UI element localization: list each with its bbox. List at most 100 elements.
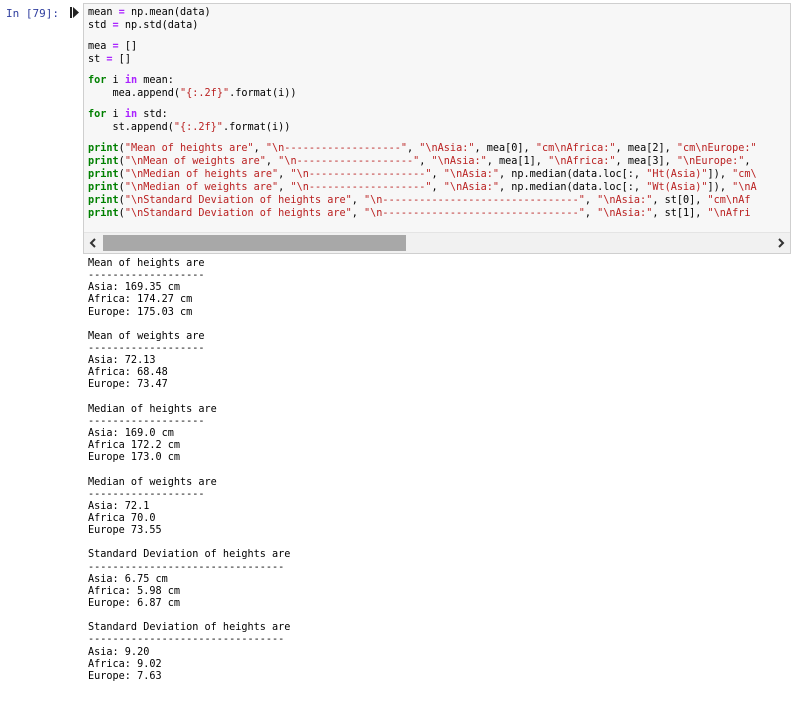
code-token: np.mean(data) — [124, 7, 211, 18]
scrollbar-thumb[interactable] — [103, 235, 406, 251]
code-token: "\nStandard Deviation of heights are" — [124, 195, 352, 206]
code-token: "\nAsia:" — [597, 195, 653, 206]
code-token: "{:.2f}" — [173, 122, 223, 133]
code-token: , — [278, 182, 291, 193]
scroll-left-arrow-icon[interactable] — [87, 237, 99, 249]
code-token: np.std(data) — [118, 20, 199, 31]
code-token: "\nAsia:" — [443, 169, 499, 180]
output-blank-line — [88, 610, 290, 622]
output-line: Africa 172.2 cm — [88, 440, 181, 452]
output-line: Asia: 6.75 cm — [88, 573, 168, 585]
code-token: , mea[3], — [615, 156, 677, 167]
code-line: for i in std: — [88, 108, 790, 121]
output-line: Africa: 68.48 — [88, 367, 168, 379]
code-token: "{:.2f}" — [180, 88, 230, 99]
code-cell[interactable]: mean = np.mean(data) std = np.std(data) me… — [83, 3, 791, 254]
code-line: st.append("{:.2f}".format(i)) — [88, 121, 790, 134]
code-token: , st[0], — [652, 195, 708, 206]
code-token: , — [253, 143, 266, 154]
code-token: , — [419, 156, 432, 167]
code-token: , — [278, 169, 291, 180]
horizontal-scrollbar[interactable] — [84, 232, 790, 253]
code-line: print("\nStandard Deviation of heights a… — [88, 207, 790, 220]
code-token: std — [88, 20, 113, 31]
code-token: "\nAfrica:" — [548, 156, 616, 167]
code-token: in — [124, 75, 138, 86]
code-line: print("\nStandard Deviation of heights a… — [88, 194, 790, 207]
code-token: , mea[2], — [615, 143, 677, 154]
code-token: , — [265, 156, 279, 167]
output-line: Africa: 174.27 cm — [88, 294, 193, 306]
code-token: "\nA — [732, 182, 757, 193]
output-line: Median of weights are — [88, 476, 217, 488]
code-token: std: — [137, 109, 168, 120]
code-token: "cm\nAfrica:" — [535, 143, 616, 154]
output-blank-line — [88, 464, 290, 476]
code-token: , — [351, 208, 365, 219]
scroll-right-arrow-icon[interactable] — [775, 237, 787, 249]
code-token: "\n-------------------" — [265, 143, 407, 154]
code-token: "Ht(Asia)" — [646, 169, 708, 180]
output-line: -------------------------------- — [88, 634, 285, 646]
code-token: mea — [88, 41, 113, 52]
code-token: [] — [118, 41, 138, 52]
code-line: print("Mean of heights are", "\n--------… — [88, 142, 790, 155]
code-token: "\nMean of weights are" — [124, 156, 266, 167]
code-token: , — [351, 195, 365, 206]
code-token: "\nAsia:" — [431, 156, 487, 167]
code-token: print — [88, 169, 119, 180]
code-token: [] — [112, 54, 131, 65]
code-token: "\nStandard Deviation of heights are" — [124, 208, 352, 219]
code-line: print("\nMean of weights are", "\n------… — [88, 155, 790, 168]
code-token: i — [106, 75, 125, 86]
code-token: "cm\ — [732, 169, 757, 180]
code-line: print("\nMedian of weights are", "\n----… — [88, 181, 790, 194]
output-line: Africa 70.0 — [88, 512, 156, 524]
output-line: Median of heights are — [88, 403, 217, 415]
output-line: Europe: 6.87 cm — [88, 597, 181, 609]
code-token: , mea[0], — [474, 143, 536, 154]
output-line: Africa: 5.98 cm — [88, 585, 181, 597]
run-cell-icon[interactable] — [70, 7, 79, 18]
code-token: mean: — [137, 75, 174, 86]
code-token: "Wt(Asia)" — [646, 182, 708, 193]
code-token: "\nAsia:" — [597, 208, 653, 219]
code-token: st.append( — [88, 122, 174, 133]
output-line: Europe 73.55 — [88, 525, 162, 537]
output-line: ------------------- — [88, 270, 205, 282]
output-line: -------------------------------- — [88, 561, 285, 573]
output-line: Standard Deviation of heights are — [88, 622, 291, 634]
code-line: for i in mean: — [88, 74, 790, 87]
output-line: Asia: 72.13 — [88, 355, 156, 367]
code-token: , — [584, 208, 598, 219]
output-line: Mean of heights are — [88, 258, 205, 269]
code-token: in — [124, 109, 138, 120]
output-line: Standard Deviation of heights are — [88, 549, 291, 561]
output-line: Asia: 169.35 cm — [88, 282, 181, 294]
code-token: "\nAfri — [707, 208, 751, 219]
output-blank-line — [88, 537, 290, 549]
cell-output: Mean of heights are ------------------- As… — [88, 258, 290, 683]
code-token: "\n-------------------" — [278, 156, 420, 167]
code-token: , mea[1], — [486, 156, 549, 167]
code-token: .format(i)) — [222, 122, 291, 133]
code-token: "\nEurope:" — [676, 156, 745, 167]
code-token: st — [88, 54, 107, 65]
code-token: mean — [88, 7, 119, 18]
code-token: "\nAsia:" — [419, 143, 475, 154]
code-token: "\n-------------------" — [290, 169, 432, 180]
code-token: ]), — [707, 182, 733, 193]
code-token: print — [88, 182, 119, 193]
output-line: Asia: 9.20 — [88, 646, 150, 658]
output-line: ------------------- — [88, 342, 205, 354]
code-token: "\n--------------------------------" — [364, 208, 585, 219]
code-token: ]), — [707, 169, 733, 180]
code-line: mean = np.mean(data) — [88, 6, 790, 19]
code-line: mea.append("{:.2f}".format(i)) — [88, 87, 790, 100]
code-token: , — [431, 169, 444, 180]
code-token: , — [744, 156, 751, 167]
code-editor[interactable]: mean = np.mean(data) std = np.std(data) me… — [88, 6, 790, 234]
